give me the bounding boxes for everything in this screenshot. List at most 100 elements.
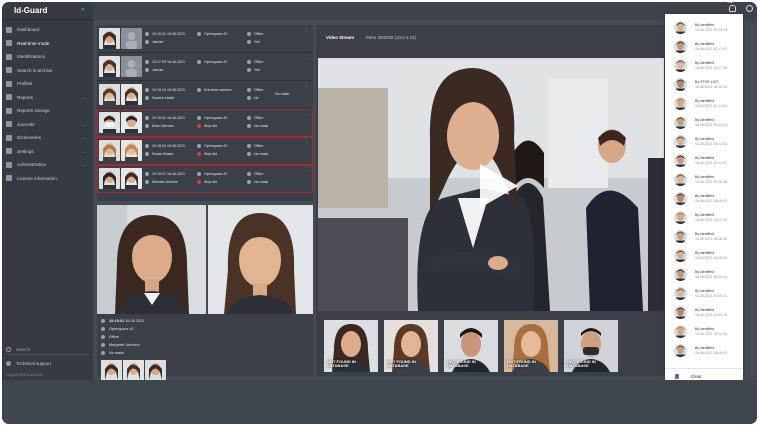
notification-avatar	[674, 344, 687, 357]
sidebar-item-real-time-mode[interactable]: Real-time mode	[2, 37, 93, 51]
more-icon[interactable]: ⋮	[304, 167, 309, 173]
event-row[interactable]: 10:10:21 16.06.2021 Jasmin Openspace #2 O…	[97, 25, 313, 53]
notification-item[interactable]: By identified 16.06.2021 15:04:41	[665, 265, 743, 284]
stop-list-icon	[197, 180, 201, 185]
notification-item[interactable]: By identified 16.06.2021 15:02:14	[665, 303, 743, 322]
sidebar-item-dashboard[interactable]: Dashboard	[2, 23, 93, 37]
sidebar-item-identifications[interactable]: Identifications	[2, 50, 93, 64]
stop-list-icon	[197, 152, 201, 157]
result-card[interactable]: NOT FOUND IN DATABASE	[564, 320, 618, 372]
chevron-down-icon: ⌄	[83, 162, 87, 168]
sidebar-item-profiles[interactable]: Profiles	[2, 77, 93, 91]
notification-item[interactable]: By identified 16.06.2021 15:03:11	[665, 284, 743, 303]
event-camera: Openspace #1	[204, 60, 228, 64]
camera-icon	[197, 88, 201, 93]
similar-face-thumb[interactable]	[123, 360, 144, 380]
sidebar-item-search-archive[interactable]: Search in archive	[2, 64, 93, 78]
event-row[interactable]: 10:17:09 16.06.2021 Jasmin Openspace #1 O…	[97, 53, 313, 81]
result-label-2: DATABASE	[447, 363, 469, 369]
sidebar-item-label: Identifications	[17, 54, 46, 60]
event-name: Susan Brown	[152, 152, 174, 156]
sidebar-item-journals[interactable]: Journals ⌄	[2, 118, 93, 132]
notification-avatar	[674, 211, 687, 224]
person-icon	[145, 124, 149, 129]
notification-item[interactable]: By identified 16.06.2021 15:06:39	[665, 227, 743, 246]
more-icon[interactable]: ⋮	[304, 111, 309, 117]
notification-avatar	[674, 249, 687, 262]
captured-face-thumb	[99, 112, 120, 133]
event-status: Stop-list	[204, 180, 217, 184]
notification-avatar	[674, 116, 687, 129]
sidebar-item-label: Administration	[17, 162, 47, 168]
event-row[interactable]: 10:15:14 16.06.2021 Sandra Larkin Entranc…	[97, 81, 313, 109]
event-time: 10:17:09 16.06.2021	[152, 60, 185, 64]
clock-icon	[145, 172, 149, 177]
camera-icon	[197, 116, 201, 121]
clock-icon	[145, 116, 149, 121]
notification-item[interactable]: By identified 16.06.2021 15:00:03	[665, 341, 743, 360]
more-icon[interactable]: ⋮	[304, 55, 309, 61]
captured-face-thumb	[99, 28, 120, 49]
event-camera: Openspace #2	[204, 116, 228, 120]
status-icon	[247, 68, 251, 73]
more-icon[interactable]: ⋮	[304, 139, 309, 145]
play-icon[interactable]	[480, 164, 518, 208]
event-row-alert[interactable]: 10:19:21 16.06.2021 Michael Jenkins Opens…	[97, 165, 313, 193]
sidebar-item-settings[interactable]: Settings ⌄	[2, 145, 93, 159]
more-icon[interactable]: ⋮	[304, 27, 309, 33]
sidebar-search-input[interactable]: Search	[6, 345, 89, 355]
camera-select[interactable]: Paho 304/200 (10.0.4.10) -	[366, 35, 418, 40]
sidebar-item-reports[interactable]: Reports ⌄	[2, 91, 93, 105]
notification-avatar	[674, 306, 687, 319]
wrench-icon	[6, 148, 12, 155]
notification-item[interactable]: By identified 16.06.2021 15:09:03	[665, 189, 743, 208]
result-card[interactable]: NOT FOUND IN DATABASE	[384, 320, 438, 372]
notification-item[interactable]: By identified 16.06.2021 15:14:51	[665, 94, 743, 113]
more-icon[interactable]: ⋮	[304, 83, 309, 89]
sidebar-item-dictionaries[interactable]: Dictionaries ⌄	[2, 131, 93, 145]
sidebar-item-license[interactable]: License information	[2, 172, 93, 186]
detail-date: 16.06.2021	[125, 319, 145, 323]
notification-item[interactable]: By identified 16.06.2021 15:17:28	[665, 56, 743, 75]
similar-face-thumb[interactable]	[101, 360, 122, 380]
event-row-alert[interactable]: 10:16:31 16.06.2021 Eden Mendez Openspace…	[97, 109, 313, 137]
event-place: Office	[254, 116, 264, 120]
sidebar-item-reports-storage[interactable]: Reports storage	[2, 104, 93, 118]
notification-item[interactable]: By identified 16.06.2021 15:10:48	[665, 170, 743, 189]
collapse-sidebar-icon[interactable]: «	[81, 7, 84, 13]
notification-item[interactable]: By identified 16.06.2021 15:01:26	[665, 322, 743, 341]
notification-item[interactable]: By identified 16.06.2021 15:05:52	[665, 246, 743, 265]
notification-item[interactable]: By identified 16.06.2021 15:19:13	[665, 18, 743, 37]
notification-item[interactable]: By identified 16.06.2021 15:12:51	[665, 132, 743, 151]
notification-time: 16.06.2021 15:01:26	[695, 331, 728, 336]
notification-item[interactable]: By identified 16.06.2021 15:07:29	[665, 208, 743, 227]
detail-time: 10:18:01	[109, 319, 125, 323]
event-row-alert[interactable]: 10:18:24 16.06.2021 Susan Brown Openspace…	[97, 137, 313, 165]
video-frame[interactable]	[318, 58, 664, 311]
similar-face-thumb[interactable]	[145, 360, 166, 380]
notification-item[interactable]: By identified 16.06.2021 15:14:03	[665, 113, 743, 132]
event-place: Office	[254, 144, 264, 148]
notification-item[interactable]: By STOP-LIST 16.06.2021 15:15:49	[665, 75, 743, 94]
technical-support-link[interactable]: Technical support	[6, 361, 51, 366]
result-card[interactable]: NOT FOUND IN DATABASE	[444, 320, 498, 372]
result-label-2: DATABASE	[567, 363, 589, 369]
result-card[interactable]: NOT FOUND IN DATABASE	[504, 320, 558, 372]
notification-time: 16.06.2021 15:09:03	[695, 198, 728, 203]
user-icon[interactable]	[746, 5, 753, 12]
sidebar-item-administration[interactable]: Administration ⌄	[2, 158, 93, 172]
sidebar-item-label: Real-time mode	[17, 40, 50, 46]
notification-time: 16.06.2021 15:15:49	[695, 84, 728, 89]
location-icon	[101, 335, 105, 339]
notification-item[interactable]: By identified 16.06.2021 15:17:02	[665, 37, 743, 56]
database-face-thumb	[121, 140, 142, 161]
result-label-2: DATABASE	[387, 363, 409, 369]
location-icon	[247, 32, 251, 37]
bell-icon[interactable]: 136	[727, 2, 736, 12]
notification-item[interactable]: By identified 16.06.2021 15:11:57	[665, 151, 743, 170]
admin-icon	[6, 161, 12, 168]
result-card[interactable]: NOT FOUND IN DATABASE	[324, 320, 378, 372]
event-name: Eden Mendez	[152, 124, 175, 128]
event-time: 10:16:31 16.06.2021	[152, 116, 185, 120]
notification-time: 16.06.2021 15:05:52	[695, 255, 728, 260]
